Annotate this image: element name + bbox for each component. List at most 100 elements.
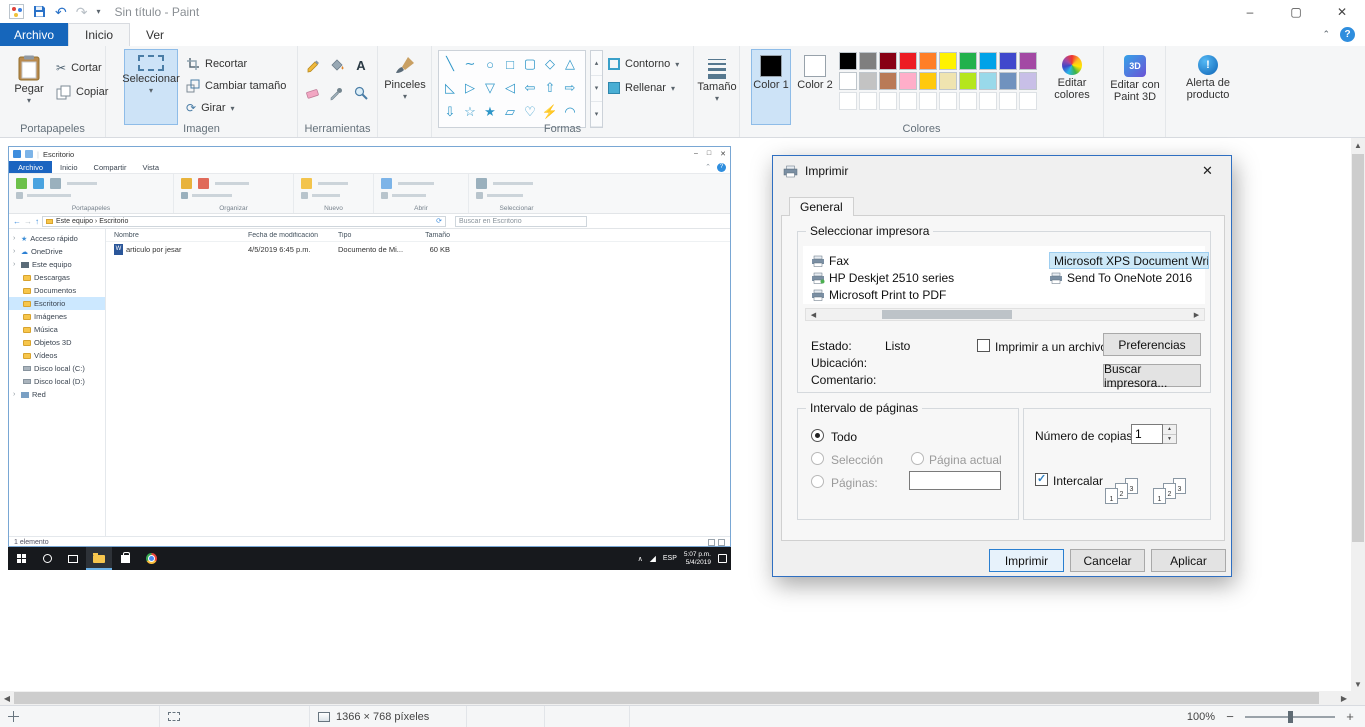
shape-option[interactable]: ⇨ xyxy=(560,76,580,100)
zoom-slider-thumb[interactable] xyxy=(1288,710,1293,723)
palette-swatch[interactable] xyxy=(839,52,857,70)
palette-swatch-empty[interactable] xyxy=(939,92,957,110)
zoom-slider[interactable] xyxy=(1245,710,1335,723)
palette-swatch-empty[interactable] xyxy=(959,92,977,110)
magnifier-tool[interactable] xyxy=(350,82,372,104)
shape-option[interactable]: ⚡ xyxy=(540,100,560,124)
printer-item-pdf[interactable]: Microsoft Print to PDF xyxy=(811,286,1011,303)
print-to-file-checkbox[interactable] xyxy=(977,339,990,352)
palette-swatch[interactable] xyxy=(999,52,1017,70)
scroll-left-icon[interactable]: ◀ xyxy=(0,691,14,705)
palette-swatch[interactable] xyxy=(959,72,977,90)
save-icon[interactable] xyxy=(33,5,46,18)
palette-swatch-empty[interactable] xyxy=(1019,92,1037,110)
color1-button[interactable]: Color 1 xyxy=(751,49,791,125)
paint3d-button[interactable]: 3D Editar con Paint 3D xyxy=(1107,49,1163,129)
palette-swatch-empty[interactable] xyxy=(899,92,917,110)
rotate-button[interactable]: ⟳ Girar ▾ xyxy=(186,98,235,118)
range-current-radio[interactable] xyxy=(911,452,924,465)
palette-swatch[interactable] xyxy=(879,72,897,90)
fill-tool[interactable] xyxy=(326,54,348,76)
eraser-tool[interactable] xyxy=(302,82,324,104)
scroll-down-icon[interactable]: ▾ xyxy=(591,76,602,102)
palette-swatch[interactable] xyxy=(939,52,957,70)
collapse-ribbon-icon[interactable]: ⌃ xyxy=(1322,29,1330,40)
palette-swatch-empty[interactable] xyxy=(879,92,897,110)
vertical-scroll-thumb[interactable] xyxy=(1352,154,1364,542)
palette-swatch[interactable] xyxy=(1019,72,1037,90)
edit-colors-button[interactable]: Editar colores xyxy=(1043,49,1101,125)
scroll-right-icon[interactable]: ▶ xyxy=(1337,691,1351,705)
print-button[interactable]: Imprimir xyxy=(989,549,1064,572)
paste-button[interactable]: Pegar ▾ xyxy=(7,49,51,125)
tab-general[interactable]: General xyxy=(789,197,854,216)
palette-swatch[interactable] xyxy=(839,72,857,90)
scroll-up-icon[interactable]: ▴ xyxy=(591,51,602,77)
pages-input[interactable] xyxy=(909,471,1001,490)
printer-item-hp[interactable]: HP Deskjet 2510 series xyxy=(811,269,1011,286)
palette-swatch-empty[interactable] xyxy=(859,92,877,110)
palette-swatch[interactable] xyxy=(919,72,937,90)
vertical-scrollbar[interactable]: ▲ ▼ xyxy=(1351,138,1365,691)
shape-option[interactable]: ⇦ xyxy=(520,76,540,100)
scroll-right-icon[interactable]: ▶ xyxy=(1189,309,1204,320)
help-icon[interactable]: ? xyxy=(1340,27,1355,42)
printer-item-xps[interactable]: Microsoft XPS Document Writer xyxy=(1049,252,1209,269)
copies-input[interactable] xyxy=(1131,424,1163,444)
shape-option[interactable]: ⇧ xyxy=(540,76,560,100)
scroll-up-icon[interactable]: ▲ xyxy=(1351,138,1365,152)
horizontal-scroll-thumb[interactable] xyxy=(14,692,1319,704)
cut-button[interactable]: ✂ Cortar xyxy=(56,58,102,78)
spinner-up-icon[interactable]: ▲ xyxy=(1163,425,1176,435)
printer-item-onenote[interactable]: Send To OneNote 2016 xyxy=(1049,269,1209,286)
palette-swatch[interactable] xyxy=(919,52,937,70)
range-pages-radio[interactable] xyxy=(811,475,824,488)
palette-swatch[interactable] xyxy=(979,72,997,90)
shape-option[interactable]: ○ xyxy=(480,52,500,76)
palette-swatch[interactable] xyxy=(899,72,917,90)
shape-option[interactable]: ▱ xyxy=(500,100,520,124)
scroll-left-icon[interactable]: ◀ xyxy=(806,309,821,320)
maximize-button[interactable]: ▢ xyxy=(1273,0,1319,23)
tab-inicio[interactable]: Inicio xyxy=(68,23,131,46)
close-button[interactable]: ✕ xyxy=(1319,0,1365,23)
scroll-down-icon[interactable]: ▼ xyxy=(1351,677,1365,691)
printer-item-fax[interactable]: Fax xyxy=(811,252,991,269)
range-all-radio[interactable] xyxy=(811,429,824,442)
pencil-tool[interactable] xyxy=(302,54,324,76)
shape-option[interactable]: ★ xyxy=(480,100,500,124)
palette-swatch[interactable] xyxy=(899,52,917,70)
collate-checkbox[interactable] xyxy=(1035,472,1048,486)
printer-list-scrollbar[interactable]: ◀ ▶ xyxy=(805,308,1205,321)
shape-option[interactable]: ◁ xyxy=(500,76,520,100)
palette-swatch[interactable] xyxy=(859,72,877,90)
range-selection-radio[interactable] xyxy=(811,452,824,465)
palette-swatch[interactable] xyxy=(999,72,1017,90)
outline-button[interactable]: Contorno ▾ xyxy=(608,54,679,74)
copy-button[interactable]: Copiar xyxy=(56,82,108,102)
palette-swatch[interactable] xyxy=(959,52,977,70)
spinner-down-icon[interactable]: ▼ xyxy=(1163,434,1176,443)
dialog-close-button[interactable]: ✕ xyxy=(1185,157,1230,185)
product-alert-button[interactable]: ! Alerta de producto xyxy=(1175,49,1241,129)
palette-swatch-empty[interactable] xyxy=(839,92,857,110)
brushes-button[interactable]: Pinceles ▾ xyxy=(382,49,428,125)
palette-swatch-empty[interactable] xyxy=(919,92,937,110)
cancel-button[interactable]: Cancelar xyxy=(1070,549,1145,572)
palette-swatch-empty[interactable] xyxy=(979,92,997,110)
shape-option[interactable]: △ xyxy=(560,52,580,76)
color2-button[interactable]: Color 2 xyxy=(795,49,835,125)
resize-button[interactable]: Cambiar tamaño xyxy=(186,76,286,96)
palette-swatch[interactable] xyxy=(859,52,877,70)
select-button[interactable]: Seleccionar ▾ xyxy=(122,49,180,125)
horizontal-scrollbar[interactable]: ◀ ▶ xyxy=(0,691,1351,705)
undo-icon[interactable]: ↶ xyxy=(55,5,67,19)
color-picker-tool[interactable] xyxy=(326,82,348,104)
find-printer-button[interactable]: Buscar impresora... xyxy=(1103,362,1201,390)
shape-option[interactable]: ⇩ xyxy=(440,100,460,124)
shape-option[interactable]: ◇ xyxy=(540,52,560,76)
shape-option[interactable]: ☆ xyxy=(460,100,480,124)
shape-option[interactable]: ◺ xyxy=(440,76,460,100)
shapes-scrollbar[interactable]: ▴ ▾ ▾ xyxy=(590,50,603,128)
palette-swatch[interactable] xyxy=(1019,52,1037,70)
